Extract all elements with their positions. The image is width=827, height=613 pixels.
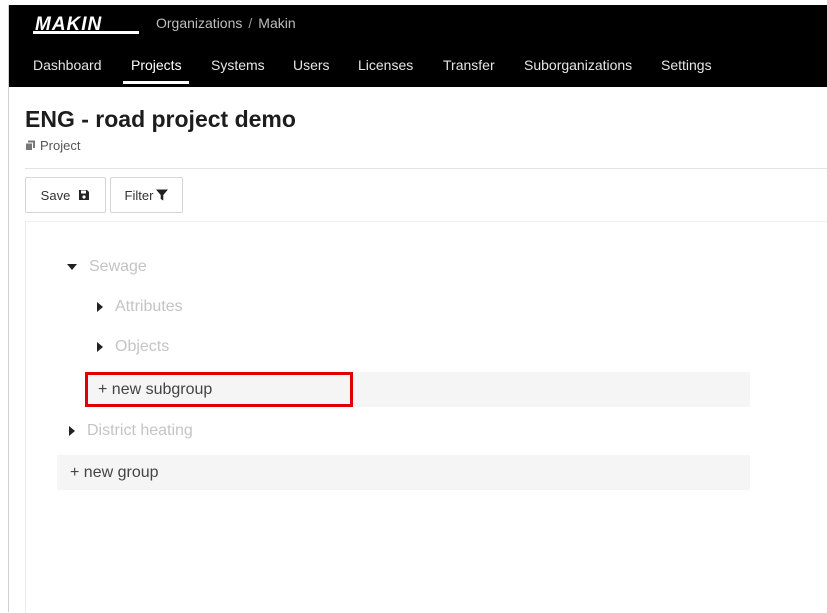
app-window: MAKIN Organizations / Makin Dashboard Proj… (8, 5, 827, 613)
active-tab-indicator (123, 81, 189, 84)
caret-down-icon[interactable] (67, 264, 77, 270)
subgroup-objects[interactable]: Objects (97, 338, 169, 356)
group-label: District heating (87, 422, 193, 439)
caret-right-icon[interactable] (97, 342, 103, 352)
new-group-link[interactable]: + new group (70, 464, 159, 482)
group-district-heating[interactable]: District heating (69, 422, 193, 440)
nav-users[interactable]: Users (293, 57, 330, 73)
subgroup-attributes[interactable]: Attributes (97, 298, 183, 316)
makin-logo[interactable]: MAKIN (33, 14, 139, 36)
save-button-label: Save (40, 187, 71, 203)
caret-right-icon[interactable] (97, 302, 103, 312)
breadcrumb-separator: / (248, 15, 253, 31)
groups-panel (25, 221, 827, 613)
new-subgroup-link[interactable]: + new subgroup (98, 381, 212, 399)
breadcrumb-organizations[interactable]: Organizations (156, 15, 242, 31)
top-bar: MAKIN Organizations / Makin Dashboard Proj… (9, 5, 827, 87)
nav-suborganizations[interactable]: Suborganizations (524, 57, 632, 73)
page-title: ENG - road project demo (25, 106, 296, 132)
nav-projects[interactable]: Projects (131, 57, 182, 73)
copy-icon (25, 140, 35, 151)
filter-button[interactable]: Filter (110, 177, 183, 213)
nav-transfer[interactable]: Transfer (443, 57, 495, 73)
group-label: Sewage (89, 258, 147, 275)
page-subtitle: Project (25, 138, 80, 153)
page-subtitle-text: Project (40, 138, 81, 153)
breadcrumb-makin[interactable]: Makin (258, 15, 295, 31)
new-group-row[interactable]: + new group (57, 455, 750, 490)
breadcrumb: Organizations / Makin (156, 15, 296, 31)
logo-text: MAKIN (35, 14, 103, 35)
floppy-disk-icon (79, 190, 90, 200)
subgroup-label: Attributes (115, 298, 183, 315)
filter-button-label: Filter (124, 187, 154, 203)
new-subgroup-row[interactable]: + new subgroup (85, 372, 750, 407)
funnel-icon (156, 189, 169, 201)
brand-row: MAKIN Organizations / Makin (9, 5, 827, 45)
subgroup-label: Objects (115, 338, 170, 355)
header-divider (25, 168, 827, 169)
group-sewage[interactable]: Sewage (67, 258, 147, 276)
main-nav: Dashboard Projects Systems Users License… (9, 48, 827, 87)
nav-dashboard[interactable]: Dashboard (33, 57, 102, 73)
nav-systems[interactable]: Systems (211, 57, 265, 73)
nav-licenses[interactable]: Licenses (358, 57, 413, 73)
caret-right-icon[interactable] (69, 426, 75, 436)
nav-settings[interactable]: Settings (661, 57, 712, 73)
save-button[interactable]: Save (25, 177, 106, 213)
